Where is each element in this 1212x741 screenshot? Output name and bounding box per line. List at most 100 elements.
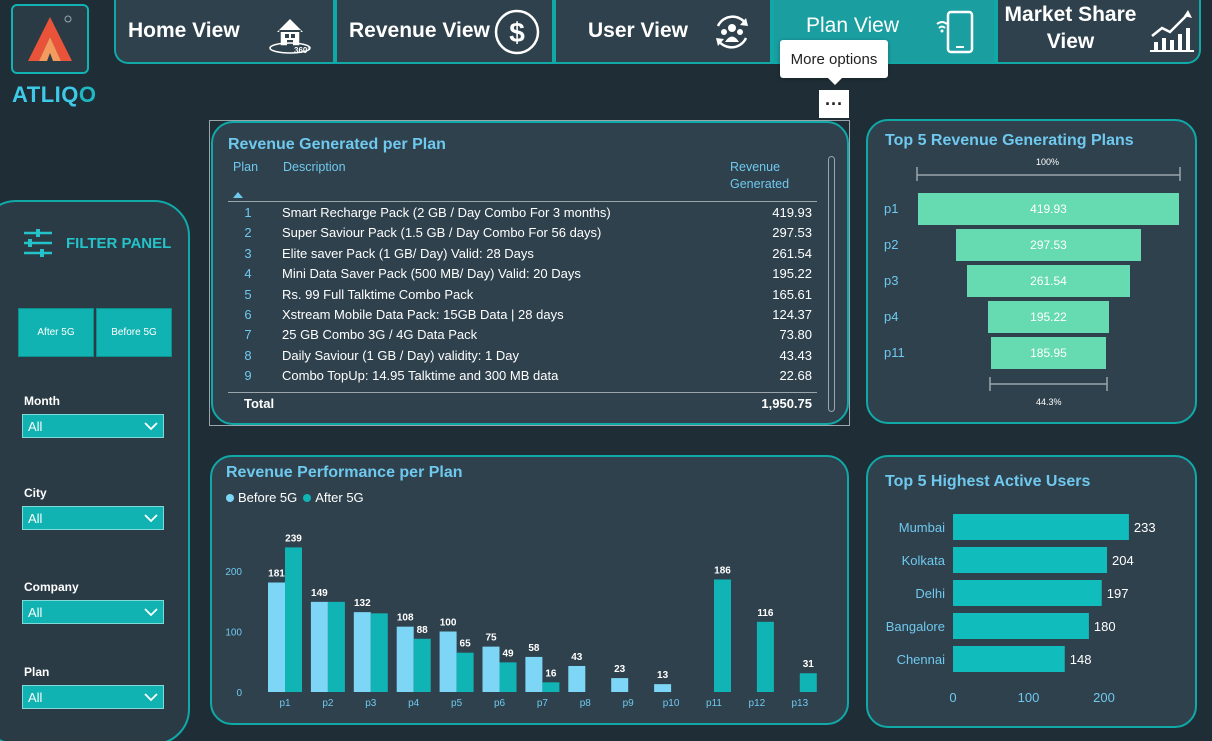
funnel-value-label: 185.95	[1030, 346, 1067, 360]
table-row[interactable]: 9 Combo TopUp: 14.95 Talktime and 300 MB …	[232, 368, 816, 388]
x-tick-label: p6	[494, 698, 506, 709]
cell-description: Super Saviour Pack (1.5 GB / Day Combo F…	[282, 225, 602, 241]
x-tick-label: p5	[451, 698, 463, 709]
bar-category-label: Delhi	[915, 586, 945, 601]
funnel-bar[interactable]: 261.54	[967, 265, 1130, 297]
x-tick-label: p8	[580, 698, 592, 709]
x-tick-label: p13	[791, 698, 808, 709]
table-row[interactable]: 2 Super Saviour Pack (1.5 GB / Day Combo …	[232, 225, 816, 245]
cell-revenue: 261.54	[772, 245, 812, 261]
funnel-bar[interactable]: 419.93	[918, 193, 1179, 225]
column-data-label: 31	[803, 659, 815, 670]
col-header-revenue-line2[interactable]: Generated	[730, 177, 789, 191]
more-options-button[interactable]: ···	[819, 90, 849, 118]
column-bar[interactable]	[756, 621, 774, 692]
column-data-label: 49	[502, 648, 514, 659]
legend-before-5g-dot	[226, 493, 234, 502]
brand-name: ATLIQO	[12, 82, 97, 107]
filter-panel-title: FILTER PANEL	[22, 228, 171, 258]
column-bar[interactable]	[542, 682, 560, 692]
cell-plan: 7	[244, 327, 252, 343]
x-tick-label: p9	[623, 698, 635, 709]
x-tick-label: p11	[706, 698, 722, 709]
sort-ascending-icon[interactable]	[233, 192, 243, 198]
column-bar[interactable]	[413, 638, 431, 692]
month-value: All	[28, 418, 43, 434]
column-bar[interactable]	[525, 656, 543, 692]
bar-category-label: Kolkata	[902, 553, 946, 568]
x-tick-label: p3	[365, 698, 377, 709]
col-header-revenue-line1[interactable]: Revenue	[730, 160, 780, 174]
svg-text:360°: 360°	[294, 46, 311, 55]
user-bar[interactable]	[953, 547, 1108, 573]
table-row[interactable]: 8 Daily Saviour (1 GB / Day) validity: 1 …	[232, 348, 816, 368]
column-bar[interactable]	[285, 547, 302, 692]
column-bar[interactable]	[482, 646, 500, 692]
column-bar[interactable]	[714, 579, 731, 692]
column-bar[interactable]	[456, 652, 474, 692]
column-data-label: 23	[614, 664, 626, 675]
dollar-icon: $	[494, 9, 540, 55]
svg-text:$: $	[509, 17, 525, 48]
x-tick-label: 100	[1018, 690, 1040, 705]
table-row[interactable]: 1 Smart Recharge Pack (2 GB / Day Combo F…	[232, 205, 816, 225]
column-data-label: 100	[440, 618, 457, 629]
plan-label: Plan	[24, 665, 50, 679]
plan-dropdown[interactable]: All	[22, 685, 164, 709]
funnel-bar[interactable]: 297.53	[956, 229, 1141, 261]
col-header-plan[interactable]: Plan	[233, 160, 258, 174]
user-bar[interactable]	[953, 646, 1065, 672]
company-dropdown[interactable]: All	[22, 600, 164, 624]
column-bar[interactable]	[611, 678, 629, 692]
column-bar[interactable]	[568, 665, 586, 692]
column-bar[interactable]	[353, 612, 371, 692]
column-bar[interactable]	[370, 613, 388, 692]
column-bar[interactable]	[310, 601, 328, 692]
column-bar[interactable]	[499, 662, 517, 692]
nav-user-view[interactable]: User View	[554, 0, 772, 64]
after-5g-button[interactable]: After 5G	[18, 308, 94, 357]
total-value: 1,950.75	[761, 396, 812, 411]
column-bar[interactable]	[799, 673, 817, 692]
cell-revenue: 419.93	[772, 205, 812, 220]
col-header-description[interactable]: Description	[283, 160, 346, 174]
funnel-top-bracket	[916, 167, 1181, 181]
column-chart-legend: Before 5G After 5G	[226, 490, 364, 505]
nav-label: User View	[588, 19, 689, 42]
column-bar[interactable]	[268, 582, 285, 692]
user-bar[interactable]	[953, 514, 1129, 540]
column-data-label: 58	[528, 643, 540, 654]
column-data-label: 108	[397, 613, 414, 624]
bar-value-label: 204	[1112, 553, 1134, 568]
table-row[interactable]: 4 Mini Data Saver Pack (500 MB/ Day) Vali…	[232, 266, 816, 286]
month-dropdown[interactable]: All	[22, 414, 164, 438]
table-scrollbar[interactable]	[828, 156, 835, 412]
table-row[interactable]: 5 Rs. 99 Full Talktime Combo Pack 165.61	[232, 287, 816, 307]
nav-home-view[interactable]: Home View 360°	[114, 0, 335, 64]
table-row[interactable]: 7 25 GB Combo 3G / 4G Data Pack 73.80	[232, 327, 816, 347]
legend-before-5g[interactable]: Before 5G	[238, 490, 297, 505]
x-tick-label: p12	[749, 698, 766, 709]
column-data-label: 65	[460, 639, 472, 650]
funnel-bar[interactable]: 185.95	[990, 337, 1107, 369]
before-5g-button[interactable]: Before 5G	[96, 308, 172, 357]
nav-market-share-view[interactable]: Market Share View	[996, 0, 1201, 64]
column-bar[interactable]	[327, 601, 345, 692]
column-bar[interactable]	[654, 684, 672, 692]
user-bar[interactable]	[953, 580, 1102, 606]
funnel-bar[interactable]: 195.22	[987, 301, 1110, 333]
table-row[interactable]: 6 Xstream Mobile Data Pack: 15GB Data | 2…	[232, 307, 816, 327]
nav-revenue-view[interactable]: Revenue View $	[335, 0, 554, 64]
column-bar[interactable]	[439, 631, 457, 693]
cell-plan: 2	[244, 225, 252, 241]
city-value: All	[28, 510, 43, 526]
bar-value-label: 197	[1107, 586, 1129, 601]
column-bar[interactable]	[396, 626, 414, 692]
cell-description: Daily Saviour (1 GB / Day) validity: 1 D…	[282, 347, 519, 363]
bar-category-label: Bangalore	[886, 619, 945, 634]
table-row[interactable]: 3 Elite saver Pack (1 GB/ Day) Valid: 28 …	[232, 246, 816, 266]
user-bar[interactable]	[953, 613, 1089, 639]
city-dropdown[interactable]: All	[22, 506, 164, 530]
legend-after-5g[interactable]: After 5G	[315, 490, 363, 505]
column-data-label: 13	[657, 670, 669, 681]
